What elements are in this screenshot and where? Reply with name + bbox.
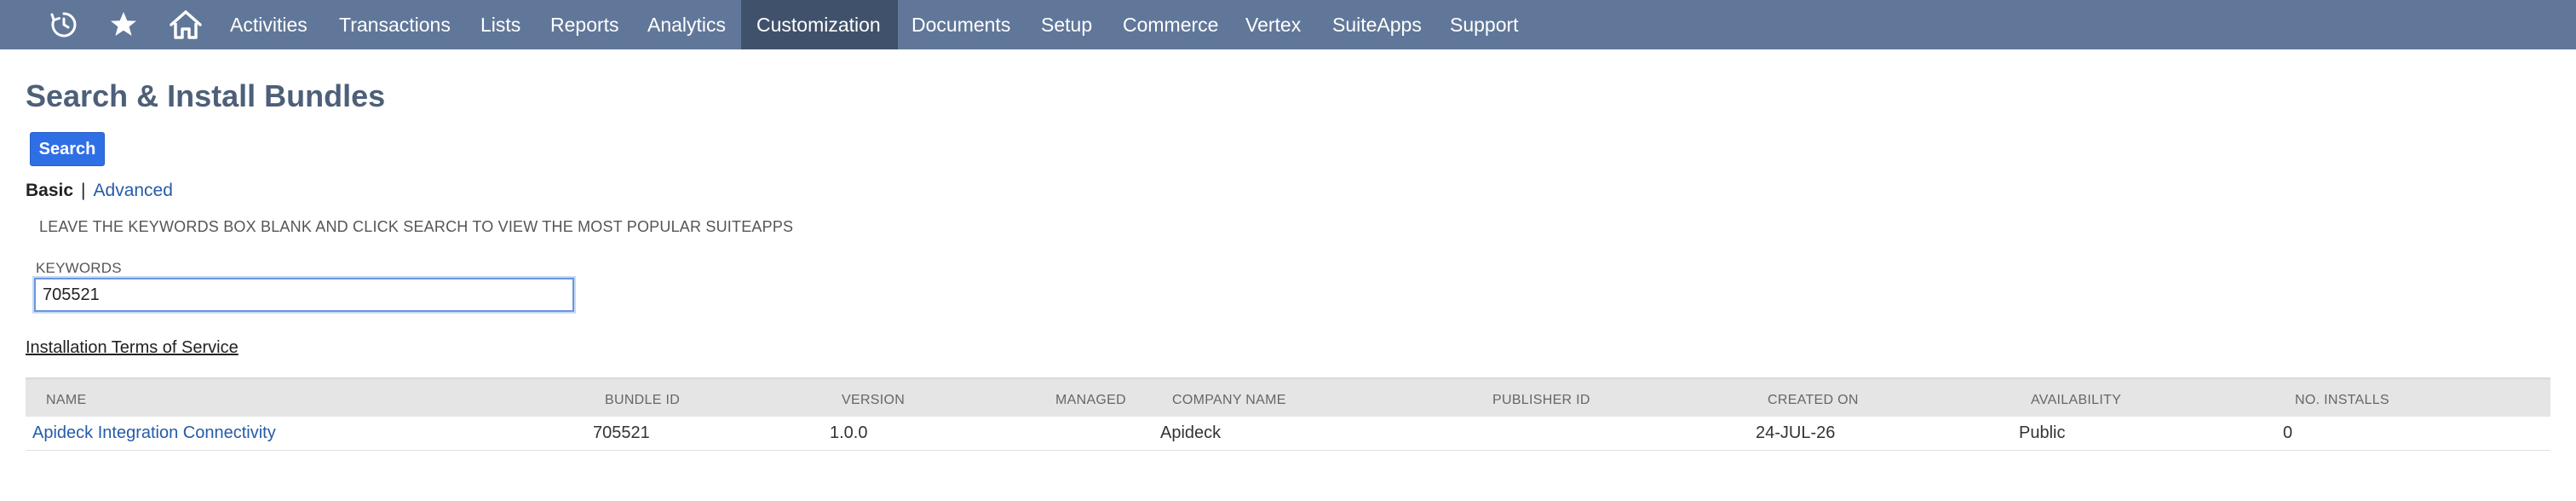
recent-records-icon[interactable] bbox=[44, 0, 83, 49]
cell-created-on: 24-JUL-26 bbox=[1756, 423, 1836, 442]
nav-setup[interactable]: Setup bbox=[1026, 0, 1107, 49]
nav-suiteapps[interactable]: SuiteApps bbox=[1317, 0, 1437, 49]
keywords-hint: LEAVE THE KEYWORDS BOX BLANK AND CLICK S… bbox=[39, 218, 794, 235]
keywords-label: KEYWORDS bbox=[36, 260, 122, 276]
col-publisher-id: PUBLISHER ID bbox=[1492, 393, 1590, 407]
nav-customization[interactable]: Customization bbox=[741, 0, 898, 49]
col-created-on: CREATED ON bbox=[1768, 393, 1859, 407]
cell-company-name: Apideck bbox=[1160, 423, 1222, 442]
col-managed: MANAGED bbox=[1055, 393, 1126, 407]
col-availability: AVAILABILITY bbox=[2031, 393, 2122, 407]
mode-separator: | bbox=[81, 181, 86, 200]
col-version: VERSION bbox=[842, 393, 906, 407]
search-button[interactable]: Search bbox=[30, 132, 105, 166]
cell-availability: Public bbox=[2019, 423, 2066, 442]
nav-reports[interactable]: Reports bbox=[535, 0, 635, 49]
nav-transactions[interactable]: Transactions bbox=[324, 0, 466, 49]
nav-commerce[interactable]: Commerce bbox=[1107, 0, 1233, 49]
table-row: Apideck Integration Connectivity 705521 … bbox=[26, 417, 2550, 451]
col-name: NAME bbox=[46, 393, 87, 407]
cell-bundle-id: 705521 bbox=[593, 423, 650, 442]
keywords-input[interactable] bbox=[34, 278, 574, 312]
bundle-name-link[interactable]: Apideck Integration Connectivity bbox=[32, 423, 276, 443]
nav-documents[interactable]: Documents bbox=[896, 0, 1026, 49]
basic-mode-label: Basic bbox=[26, 181, 74, 200]
page-title: Search & Install Bundles bbox=[26, 78, 386, 113]
nav-vertex[interactable]: Vertex bbox=[1230, 0, 1316, 49]
col-bundle-id: BUNDLE ID bbox=[605, 393, 681, 407]
advanced-mode-link[interactable]: Advanced bbox=[94, 181, 173, 200]
home-icon[interactable] bbox=[165, 0, 206, 49]
cell-version: 1.0.0 bbox=[830, 423, 868, 442]
col-company-name: COMPANY NAME bbox=[1172, 393, 1286, 407]
nav-activities[interactable]: Activities bbox=[215, 0, 323, 49]
star-icon[interactable] bbox=[104, 0, 143, 49]
nav-lists[interactable]: Lists bbox=[465, 0, 536, 49]
nav-support[interactable]: Support bbox=[1435, 0, 1534, 49]
search-mode-switch: Basic | Advanced bbox=[26, 181, 173, 201]
nav-analytics[interactable]: Analytics bbox=[632, 0, 741, 49]
cell-no-installs: 0 bbox=[2283, 423, 2293, 442]
col-no-installs: NO. INSTALLS bbox=[2295, 393, 2389, 407]
top-nav-bar: Activities Transactions Lists Reports An… bbox=[0, 0, 2576, 49]
results-table: NAME BUNDLE ID VERSION MANAGED COMPANY N… bbox=[26, 377, 2550, 454]
terms-of-service-link[interactable]: Installation Terms of Service bbox=[26, 338, 239, 358]
results-header-row: NAME BUNDLE ID VERSION MANAGED COMPANY N… bbox=[26, 377, 2550, 417]
